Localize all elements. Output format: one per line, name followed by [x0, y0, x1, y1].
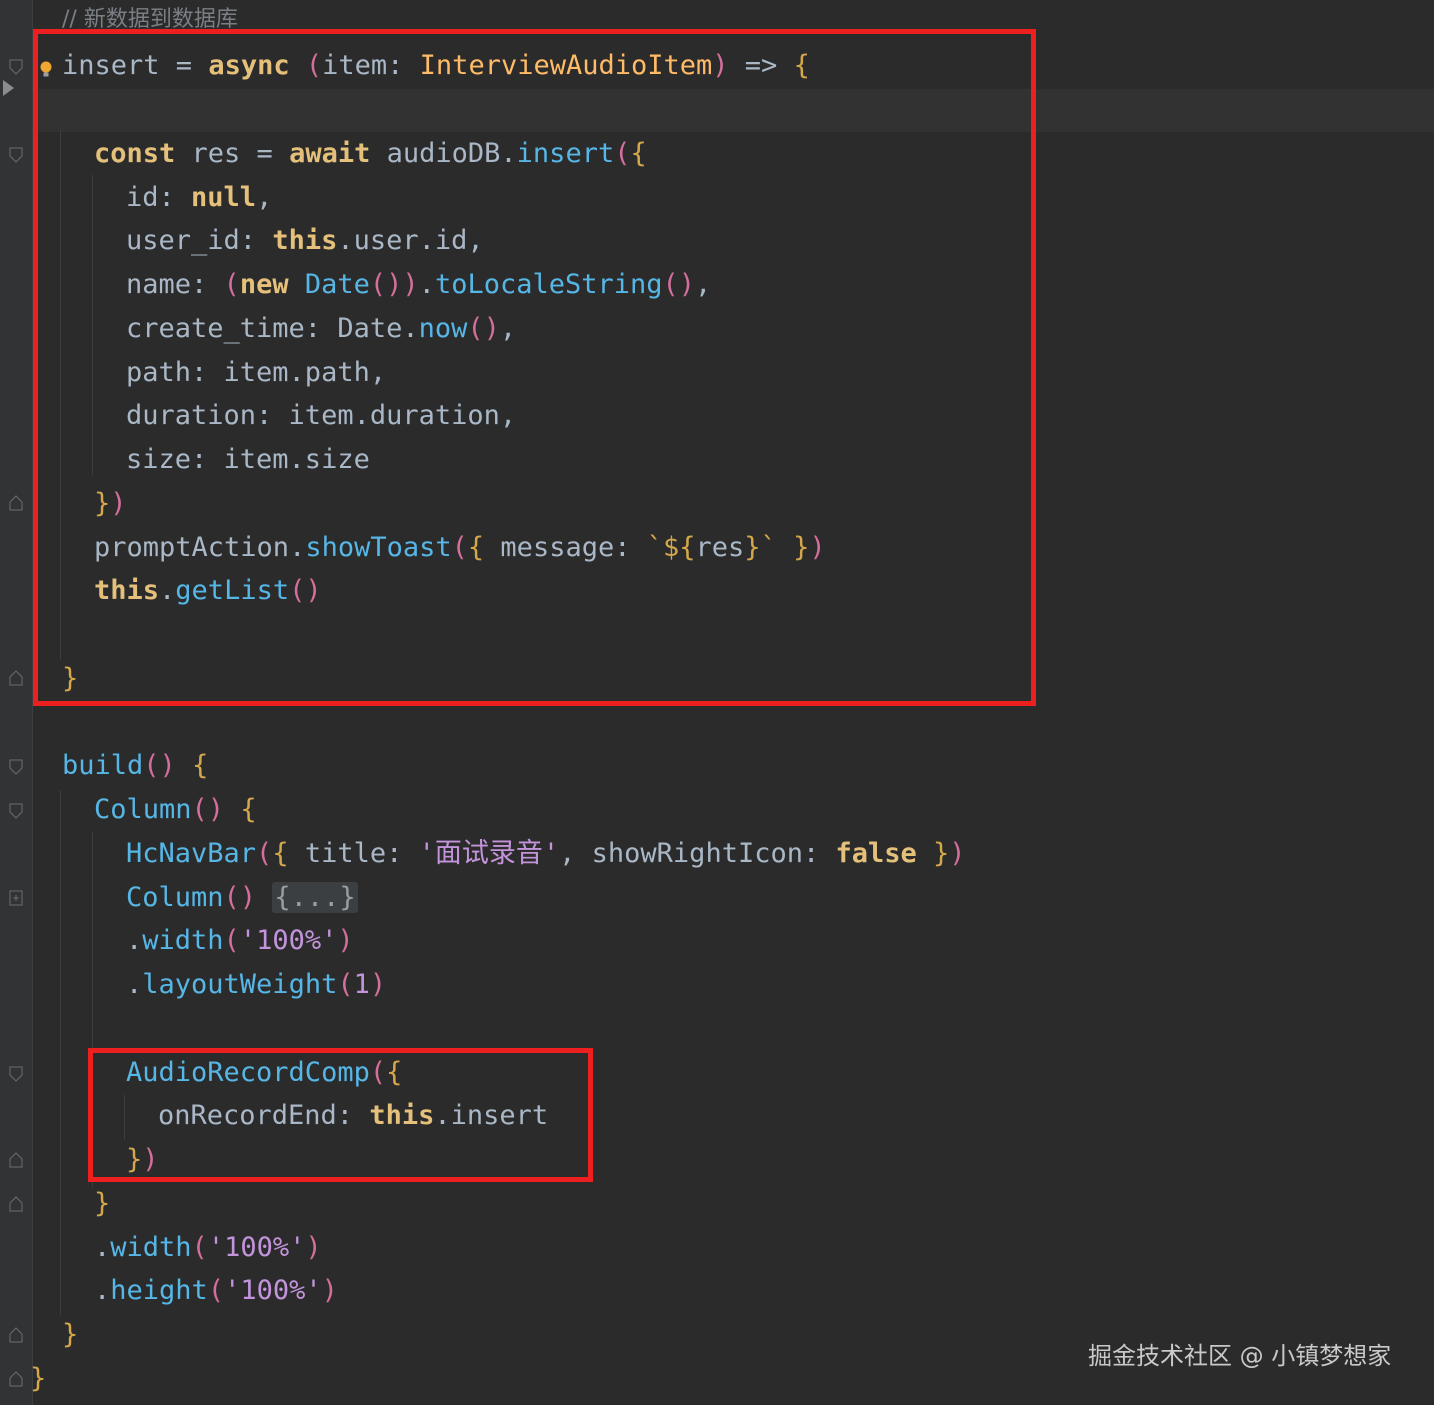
fold-icon[interactable]	[9, 147, 23, 163]
code-line[interactable]: .layoutWeight(1)	[126, 963, 386, 1007]
code-token: ()	[143, 750, 176, 781]
code-token: )	[949, 838, 966, 869]
indent-guide	[60, 790, 61, 1315]
fold-icon[interactable]	[9, 495, 23, 511]
fold-icon[interactable]	[9, 1152, 23, 1168]
code-token: (	[256, 838, 273, 869]
fold-icon[interactable]	[9, 1196, 23, 1212]
highlight-box-audio-record-comp	[88, 1048, 593, 1182]
code-token: HcNavBar	[126, 838, 257, 869]
code-token: }	[62, 1319, 79, 1350]
code-token: ()	[191, 794, 225, 825]
code-token: }	[933, 838, 950, 869]
code-token: ()	[223, 882, 257, 913]
code-token: )	[305, 1232, 322, 1263]
code-token: .	[94, 1232, 111, 1263]
fold-icon[interactable]	[9, 890, 23, 906]
fold-icon[interactable]	[9, 59, 23, 75]
code-token: .	[94, 1275, 111, 1306]
code-token: '100%'	[224, 1275, 322, 1306]
code-token: {	[192, 750, 209, 781]
code-token: '面试录音'	[418, 838, 560, 869]
code-token: .	[126, 969, 143, 1000]
code-token: title:	[288, 838, 419, 869]
code-line[interactable]: .height('100%')	[94, 1269, 338, 1313]
code-token: Column	[94, 794, 192, 825]
code-token: layoutWeight	[142, 969, 338, 1000]
run-arrow-icon[interactable]	[3, 80, 14, 96]
fold-icon[interactable]	[9, 759, 23, 775]
code-token: build	[62, 750, 144, 781]
fold-icon[interactable]	[9, 1371, 23, 1387]
code-token: {	[240, 794, 257, 825]
code-line[interactable]: .width('100%')	[126, 919, 354, 963]
code-line[interactable]: Column() {	[94, 788, 257, 832]
fold-icon[interactable]	[9, 1066, 23, 1082]
code-token: {...}	[272, 882, 358, 913]
code-line[interactable]: }	[30, 1357, 46, 1401]
code-token: '100%'	[239, 925, 338, 956]
editor-gutter	[0, 0, 32, 1405]
code-token: }	[30, 1363, 47, 1394]
code-token: )	[369, 969, 387, 1000]
code-token: width	[142, 925, 224, 956]
highlight-box-insert-method	[33, 29, 1036, 706]
code-token: (	[337, 969, 354, 1000]
code-token: (	[207, 1275, 225, 1306]
code-token: '100%'	[207, 1232, 306, 1263]
code-line[interactable]: Column() {...}	[126, 876, 358, 920]
code-token: }	[94, 1188, 111, 1219]
code-line[interactable]: }	[94, 1182, 110, 1226]
code-token: (	[191, 1232, 208, 1263]
code-token: .	[126, 925, 143, 956]
fold-icon[interactable]	[9, 803, 23, 819]
code-line[interactable]: .width('100%')	[94, 1226, 322, 1270]
code-token: Column	[126, 882, 224, 913]
watermark: 掘金技术社区 @ 小镇梦想家	[1088, 1342, 1392, 1370]
code-token: width	[110, 1232, 192, 1263]
code-token: (	[223, 925, 240, 956]
code-token: height	[110, 1275, 208, 1306]
code-token: )	[337, 925, 354, 956]
code-token: 1	[353, 969, 370, 1000]
code-token: false	[835, 838, 917, 869]
code-line[interactable]: }	[62, 1313, 78, 1357]
code-token: )	[321, 1275, 338, 1306]
fold-icon[interactable]	[9, 670, 23, 686]
code-token: {	[272, 838, 289, 869]
fold-icon[interactable]	[9, 1327, 23, 1343]
code-line[interactable]: HcNavBar({ title: '面试录音', showRightIcon:…	[126, 832, 966, 876]
code-token: , showRightIcon:	[559, 838, 836, 869]
code-line[interactable]: build() {	[62, 744, 208, 788]
